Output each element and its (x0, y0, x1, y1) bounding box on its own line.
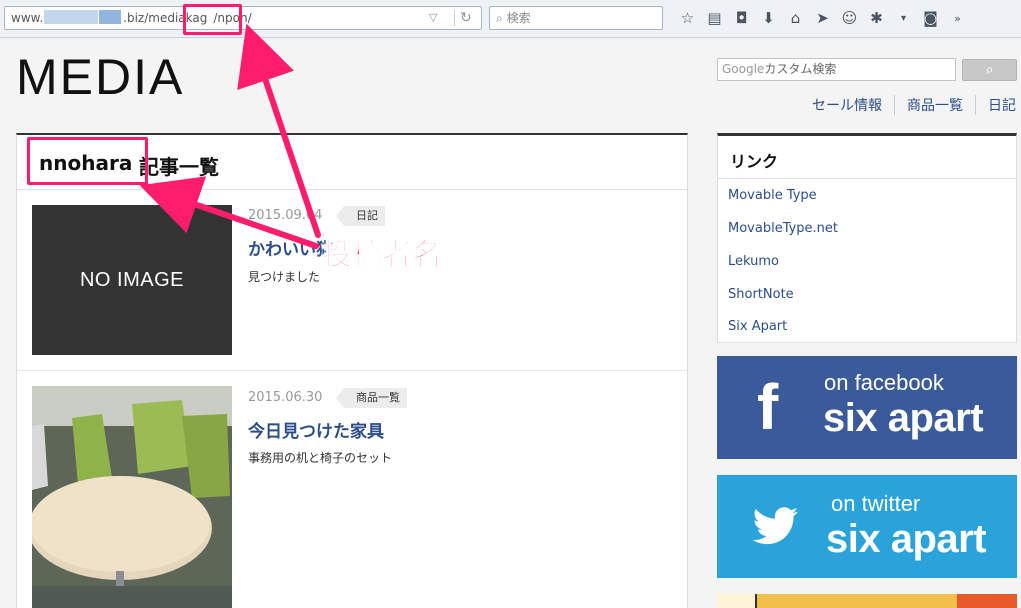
entry-date: 2015.06.30 (248, 390, 323, 405)
browser-search-placeholder: 検索 (506, 11, 531, 25)
entry-list: nnohara 記事一覧 NO IMAGE 2015.09.04 日記 かわいい… (16, 133, 688, 608)
search-icon: ⌕ (985, 62, 994, 78)
annotation-label: 投稿者名 (322, 238, 443, 274)
link-lekumo[interactable]: Lekumo (728, 254, 779, 269)
extension-icon[interactable]: ✱ (863, 7, 890, 29)
next-banner-art-2 (957, 594, 1017, 608)
entry-excerpt: 事務用の机と椅子のセット (248, 451, 393, 465)
entry-date: 2015.09.04 (248, 208, 323, 223)
entry-excerpt: 見つけました (248, 270, 321, 284)
facebook-banner[interactable]: f on facebook six apart (717, 356, 1017, 459)
reload-icon[interactable]: ↻ (460, 7, 472, 29)
site-search-input[interactable]: Googleカスタム検索 (717, 58, 956, 81)
nav-sale[interactable]: セール情報 (800, 95, 894, 115)
url-highlight-box (183, 4, 242, 35)
twitter-banner-small: on twitter (831, 491, 921, 516)
entry-divider (17, 370, 687, 371)
site-logo[interactable]: MEDIA (16, 48, 184, 106)
link-six-apart[interactable]: Six Apart (728, 319, 787, 334)
twitter-banner-big: six apart (826, 517, 987, 561)
url-divider (454, 10, 455, 26)
browser-toolbar: www. .biz/mediakag/npon/ ▽ ↻ ⌕ 検索 ☆ ▤ ◘ ⬇… (0, 0, 1021, 38)
link-movable-type[interactable]: Movable Type (728, 188, 817, 203)
links-heading: リンク (730, 152, 779, 171)
reading-list-icon[interactable]: ▤ (701, 7, 728, 29)
entry-title[interactable]: 今日見つけた家具 (248, 417, 384, 442)
entry-category[interactable]: 日記 (336, 206, 385, 226)
pocket-icon[interactable]: ◘ (728, 7, 755, 29)
links-divider (718, 178, 1016, 179)
furniture-photo (32, 386, 232, 608)
facebook-banner-big: six apart (823, 396, 984, 440)
chat-icon[interactable]: ☺ (836, 7, 863, 29)
search-icon: ⌕ (496, 11, 503, 25)
twitter-bird-icon (753, 507, 798, 545)
next-banner-art (717, 594, 757, 608)
camera-icon[interactable]: ◙ (917, 7, 944, 29)
entry-title[interactable]: かわいい猫 (248, 235, 333, 260)
toolbar-icons: ☆ ▤ ◘ ⬇ ⌂ ➤ ☺ ✱ ▾ ◙ » (674, 7, 971, 29)
link-movabletype-net[interactable]: MovableType.net (728, 221, 838, 236)
site-search-button[interactable]: ⌕ (962, 59, 1017, 81)
entry-thumbnail[interactable]: NO IMAGE (32, 205, 232, 355)
address-bar[interactable]: www. .biz/mediakag/npon/ ▽ ↻ (4, 6, 482, 30)
twitter-banner[interactable]: on twitter six apart (717, 475, 1017, 578)
next-banner[interactable] (717, 594, 1017, 608)
link-shortnote[interactable]: ShortNote (728, 287, 794, 302)
entry-thumbnail[interactable] (32, 386, 232, 608)
dropdown-arrow-icon[interactable]: ▽ (429, 7, 437, 29)
url-redaction-2 (99, 10, 122, 24)
site-search-placeholder: カスタム検索 (764, 62, 837, 76)
top-nav: セール情報 商品一覧 日記 (800, 95, 1016, 115)
author-highlight-box (27, 137, 148, 185)
nav-diary[interactable]: 日記 (975, 95, 1016, 115)
screen: www. .biz/mediakag/npon/ ▽ ↻ ⌕ 検索 ☆ ▤ ◘ ⬇… (0, 0, 1021, 608)
nav-products[interactable]: 商品一覧 (894, 95, 975, 115)
url-prefix: www. (11, 11, 44, 25)
home-icon[interactable]: ⌂ (782, 7, 809, 29)
entry-list-title: 記事一覧 (139, 155, 219, 179)
facebook-icon: f (757, 371, 779, 443)
download-icon[interactable]: ⬇ (755, 7, 782, 29)
browser-search-input[interactable]: ⌕ 検索 (489, 6, 663, 30)
facebook-banner-small: on facebook (824, 370, 944, 395)
menu-dropdown-icon[interactable]: ▾ (890, 7, 917, 29)
bookmark-star-icon[interactable]: ☆ (674, 7, 701, 29)
no-image-label: NO IMAGE (79, 268, 184, 291)
links-widget: リンク Movable Type MovableType.net Lekumo … (717, 133, 1017, 343)
entry-category[interactable]: 商品一覧 (336, 388, 407, 408)
send-icon[interactable]: ➤ (809, 7, 836, 29)
google-brand: Google (722, 62, 765, 76)
url-redaction (44, 10, 99, 24)
more-icon[interactable]: » (944, 7, 971, 29)
